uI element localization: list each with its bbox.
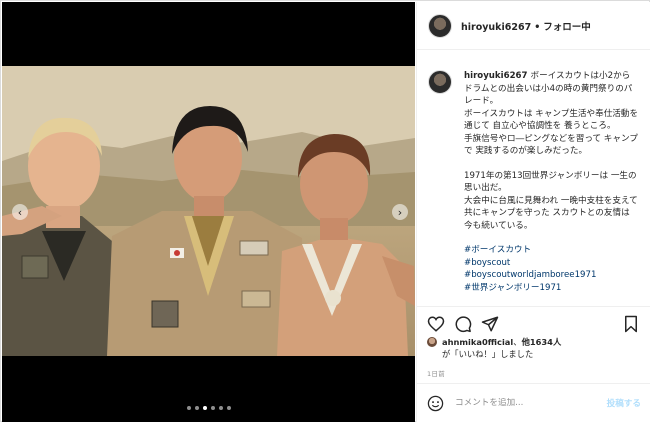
caption-gap — [464, 232, 639, 244]
bookmark-icon[interactable] — [622, 315, 640, 337]
caption-line: 手旗信号やロ―ピングなどを習って キャンプで 実践するのが楽しみだった。 — [464, 133, 638, 157]
action-bar — [417, 306, 650, 336]
post-dialog: ‹ › hiroyuki6267 • フォロー中 hiroyuki6267 ボーイスカ… — [0, 0, 650, 422]
heart-icon[interactable] — [427, 315, 445, 337]
caption-line: 大会中に台風に見舞われ 一晩中支柱を支えて共にキャンプを守った スカウトとの友情… — [464, 195, 638, 231]
likes-suffix: が「いいね！」しました — [442, 349, 534, 359]
photo-illustration — [2, 66, 415, 356]
header-separator: • — [534, 21, 541, 33]
header-username[interactable]: hiroyuki6267 — [461, 22, 531, 33]
carousel-dot — [218, 406, 223, 410]
likes-separator: 、 — [513, 337, 522, 347]
caption-line: ボーイスカウトは キャンプ生活や奉仕活動を通じて 自立心や協調性を 養うところ。 — [464, 108, 639, 132]
caption-area: hiroyuki6267 ボーイスカウトは小2から ドラムとの出会いは小4の時の黄… — [417, 61, 650, 303]
following-button[interactable]: フォロー中 — [543, 22, 591, 33]
caption-avatar[interactable] — [428, 70, 452, 94]
hashtag-link[interactable]: #boyscout — [464, 257, 639, 270]
caption-username[interactable]: hiroyuki6267 — [464, 71, 528, 81]
liker-avatar[interactable] — [427, 337, 437, 347]
carousel-dot — [210, 406, 215, 410]
caption-line: 1971年の第13回世界ジャンボリーは 一生の思い出だ。 — [464, 170, 637, 194]
carousel-dot — [226, 406, 231, 410]
header-user: hiroyuki6267 • フォロー中 — [461, 19, 591, 33]
carousel-dot — [202, 406, 207, 410]
liker-name[interactable]: ahnmika0fficial — [442, 337, 513, 347]
hashtag-link[interactable]: #boyscoutworldjamboree1971 — [464, 269, 639, 282]
avatar[interactable] — [428, 13, 452, 38]
post-header: hiroyuki6267 • フォロー中 — [417, 2, 650, 50]
comment-icon[interactable] — [454, 315, 472, 337]
likes-count[interactable]: 他1634人 — [522, 337, 562, 347]
chevron-left-icon[interactable]: ‹ — [12, 204, 28, 220]
share-icon[interactable] — [481, 315, 499, 337]
likes-summary: ahnmika0fficial、他1634人 が「いいね！」しました — [427, 336, 647, 360]
caption-paragraph: hiroyuki6267 ボーイスカウトは小2から ドラムとの出会いは小4の時の黄… — [464, 70, 639, 108]
likes-text: ahnmika0fficial、他1634人 が「いいね！」しました — [442, 336, 561, 360]
comment-input[interactable] — [455, 398, 607, 408]
carousel-dot — [194, 406, 199, 410]
post-sidebar: hiroyuki6267 • フォロー中 hiroyuki6267 ボーイスカウトは小… — [416, 2, 650, 422]
media-pane: ‹ › — [2, 2, 415, 422]
hashtag-link[interactable]: #世界ジャンボリー1971 — [464, 282, 639, 295]
caption-gap — [464, 158, 639, 170]
caption-text: hiroyuki6267 ボーイスカウトは小2から ドラムとの出会いは小4の時の黄… — [464, 70, 639, 303]
post-photo[interactable] — [2, 66, 415, 356]
chevron-right-icon[interactable]: › — [392, 204, 408, 220]
carousel-indicator — [2, 406, 415, 410]
emoji-icon[interactable] — [427, 395, 444, 412]
carousel-dot — [186, 406, 191, 410]
post-comment-button[interactable]: 投稿する — [607, 397, 641, 409]
post-timestamp[interactable]: 1日前 — [427, 368, 445, 378]
hashtag-link[interactable]: #ボーイスカウト — [464, 244, 639, 257]
comment-bar: 投稿する — [417, 383, 650, 422]
